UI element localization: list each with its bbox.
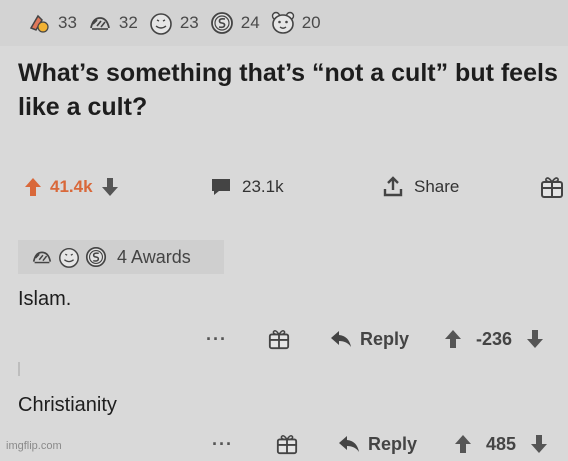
award-1[interactable]: 33 [26, 10, 77, 36]
watermark: imgflip.com [6, 440, 62, 452]
give-award-button[interactable] [268, 322, 290, 356]
award-2[interactable]: 32 [87, 10, 138, 36]
more-dots: ··· [212, 433, 233, 454]
downvote-arrow-icon[interactable] [526, 329, 544, 349]
comment-body: Christianity [18, 394, 117, 416]
comment-score: 485 [486, 433, 517, 454]
share-icon [382, 176, 404, 198]
award-count: 20 [301, 13, 321, 32]
thread-line [18, 362, 20, 376]
hands-award-icon [30, 245, 57, 269]
comments-button[interactable]: 23.1k [210, 170, 284, 204]
downvote-arrow-icon[interactable] [101, 177, 119, 197]
award-4[interactable]: 24 [209, 10, 260, 36]
share-button[interactable]: Share [382, 170, 459, 204]
comment-count: 23.1k [242, 177, 284, 196]
award-count: 23 [179, 13, 199, 32]
comment-vote-group: -236 [444, 322, 544, 356]
gift-icon [540, 175, 564, 199]
comment-body: Islam. [18, 288, 72, 310]
reddit-post-screenshot: 33 32 23 24 20 What’s something that’s “… [0, 0, 568, 457]
comment-score: -236 [476, 328, 513, 349]
reply-arrow-icon [330, 330, 352, 348]
hands-award-icon [87, 10, 113, 36]
more-dots: ··· [206, 328, 227, 349]
give-award-button[interactable] [540, 170, 564, 204]
face-award-icon [57, 245, 84, 269]
award-count: 32 [118, 13, 138, 32]
gift-icon [268, 328, 290, 350]
award-count: 24 [240, 13, 260, 32]
reply-label: Reply [368, 433, 418, 454]
more-options-button[interactable]: ··· [212, 427, 233, 461]
rocket-like-award-icon [26, 10, 52, 36]
upvote-arrow-icon[interactable] [24, 177, 42, 197]
post-action-bar: 41.4k 23.1k Share [0, 170, 568, 204]
post-score: 41.4k [50, 177, 93, 196]
award-3[interactable]: 23 [148, 10, 199, 36]
award-5[interactable]: 20 [270, 10, 321, 36]
awards-count-label: 4 Awards [117, 246, 191, 267]
upvote-arrow-icon[interactable] [444, 329, 462, 349]
coin-award-icon [209, 10, 235, 36]
award-count: 33 [58, 13, 77, 32]
gift-icon [276, 433, 298, 455]
comment-action-bar: ··· Reply -236 [0, 322, 568, 356]
comment-bubble-icon [210, 177, 232, 197]
post-awards-bar: 33 32 23 24 20 [0, 0, 568, 46]
upvote-arrow-icon[interactable] [454, 434, 472, 454]
give-award-button[interactable] [276, 427, 298, 461]
comment-awards-badge[interactable]: 4 Awards [18, 240, 224, 274]
coin-award-icon [84, 245, 111, 269]
bear-award-icon [270, 10, 296, 36]
comment-vote-group: 485 [454, 427, 548, 461]
post-title[interactable]: What’s something that’s “not a cult” but… [18, 56, 558, 124]
share-label: Share [414, 177, 460, 196]
face-award-icon [148, 10, 174, 36]
more-options-button[interactable]: ··· [206, 322, 227, 356]
reply-label: Reply [360, 328, 410, 349]
reply-button[interactable]: Reply [330, 322, 409, 356]
reply-button[interactable]: Reply [338, 427, 417, 461]
downvote-arrow-icon[interactable] [530, 434, 548, 454]
post-vote-group: 41.4k [24, 170, 119, 204]
reply-arrow-icon [338, 435, 360, 453]
comment-action-bar: ··· Reply 485 [0, 427, 568, 461]
